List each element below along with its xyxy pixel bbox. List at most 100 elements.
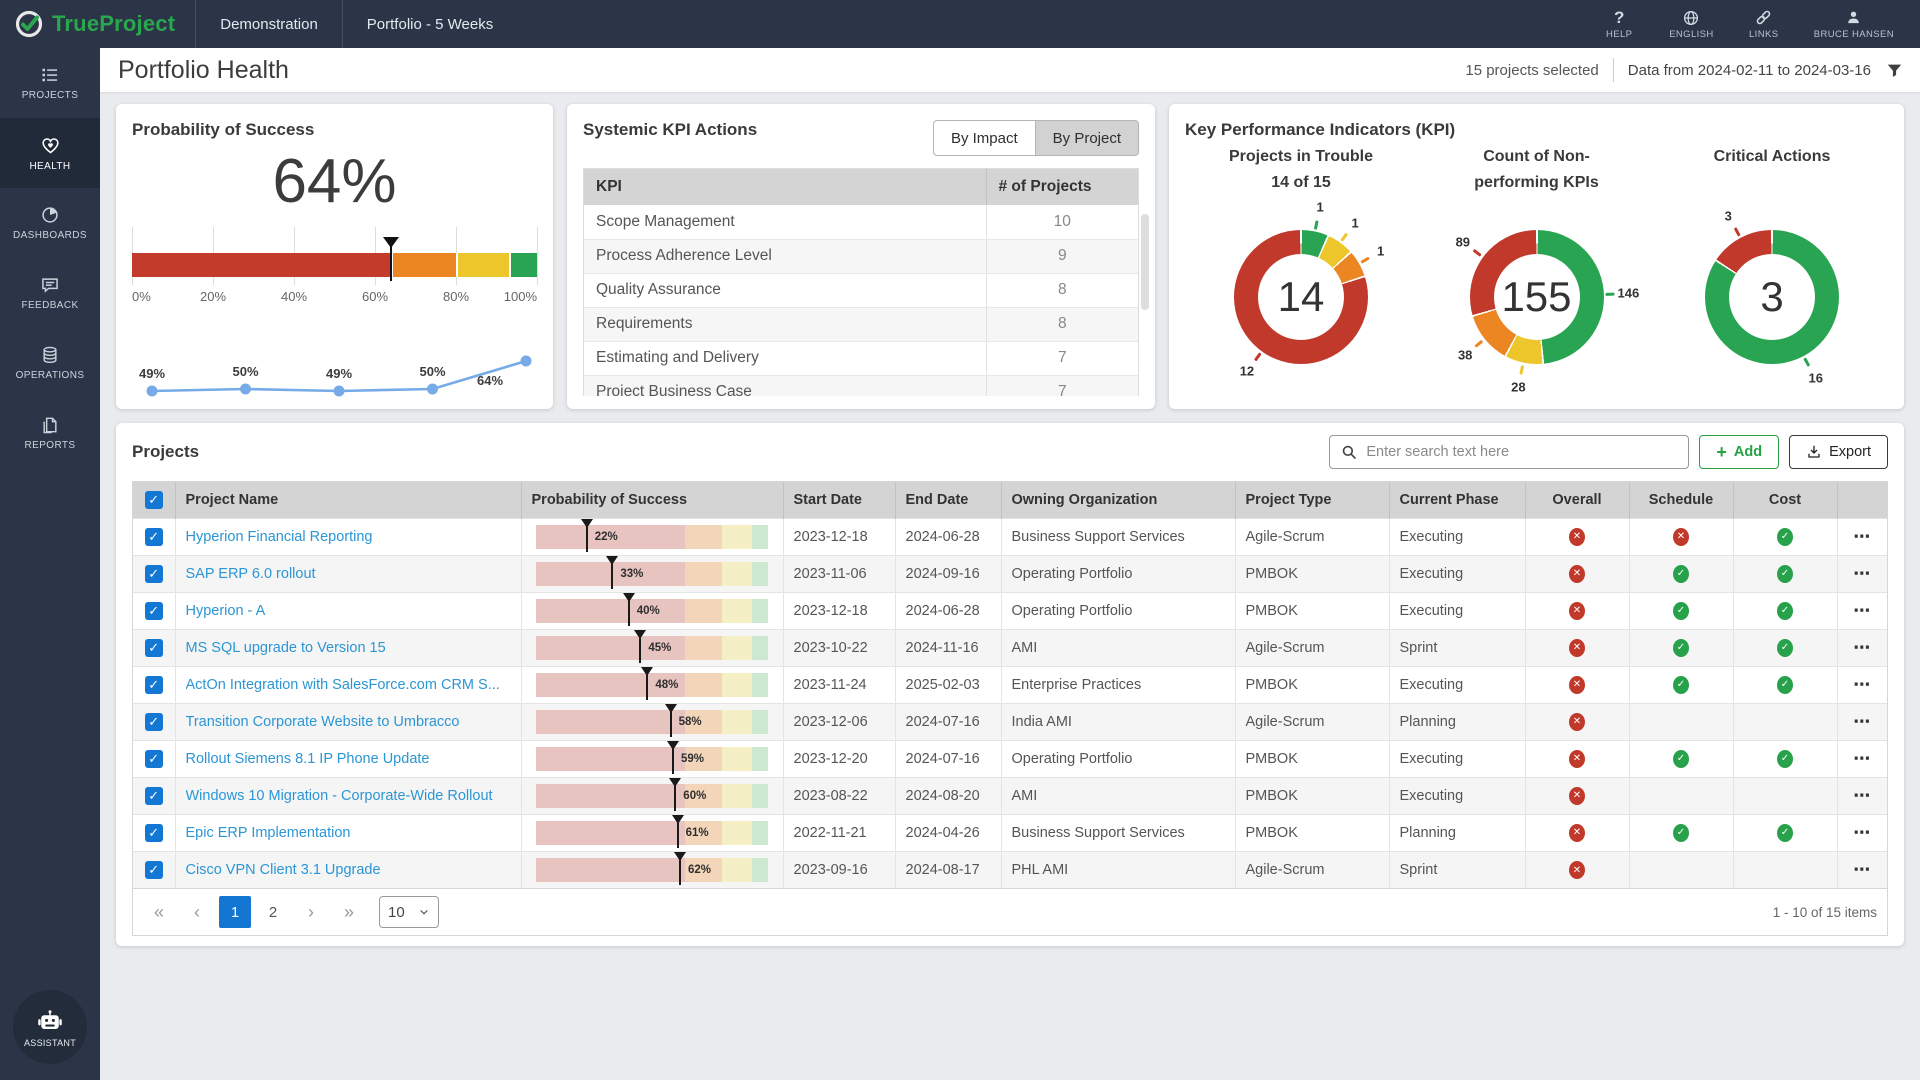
sidebar-item-reports[interactable]: REPORTS xyxy=(0,398,100,468)
probability-value-label: 45% xyxy=(648,636,671,660)
project-row[interactable]: ✓Hyperion Financial Reporting22%2023-12-… xyxy=(133,518,1887,555)
help-button[interactable]: ? HELP xyxy=(1599,9,1639,40)
next-page-button[interactable]: › xyxy=(295,896,327,928)
project-row[interactable]: ✓Hyperion - A40%2023-12-182024-06-28Oper… xyxy=(133,592,1887,629)
column-header-overall[interactable]: Overall xyxy=(1525,482,1629,518)
nav-item-portfolio[interactable]: Portfolio - 5 Weeks xyxy=(343,0,517,48)
project-name-link[interactable]: Rollout Siemens 8.1 IP Phone Update xyxy=(186,751,511,767)
page-2-button[interactable]: 2 xyxy=(257,896,289,928)
project-row[interactable]: ✓MS SQL upgrade to Version 1545%2023-10-… xyxy=(133,629,1887,666)
page-size-select[interactable]: 10 xyxy=(379,896,439,928)
kpi-row[interactable]: Project Business Case7 xyxy=(584,375,1138,396)
column-header-start-date[interactable]: Start Date xyxy=(783,482,895,518)
by-impact-toggle[interactable]: By Impact xyxy=(933,120,1035,156)
num-projects-column-header[interactable]: # of Projects xyxy=(986,169,1138,205)
row-checkbox[interactable]: ✓ xyxy=(145,565,163,583)
donut-segment-label: 89 xyxy=(1456,234,1470,249)
cost-status-cell xyxy=(1733,777,1837,814)
kpi-row[interactable]: Scope Management10 xyxy=(584,205,1138,239)
column-header-project-name[interactable]: Project Name xyxy=(175,482,521,518)
column-header-current-phase[interactable]: Current Phase xyxy=(1389,482,1525,518)
assistant-button[interactable]: ASSISTANT xyxy=(13,990,87,1064)
last-page-button[interactable]: » xyxy=(333,896,365,928)
language-button[interactable]: ENGLISH xyxy=(1669,9,1714,40)
select-all-checkbox[interactable]: ✓ xyxy=(145,491,163,509)
column-header-cost[interactable]: Cost xyxy=(1733,482,1837,518)
row-checkbox[interactable]: ✓ xyxy=(145,528,163,546)
by-project-toggle[interactable]: By Project xyxy=(1035,120,1139,156)
filter-icon[interactable] xyxy=(1885,61,1904,80)
row-menu-button[interactable]: ⋯ xyxy=(1853,564,1871,583)
sidebar-item-health[interactable]: HEALTH xyxy=(0,118,100,188)
project-name-link[interactable]: MS SQL upgrade to Version 15 xyxy=(186,640,511,656)
project-row[interactable]: ✓Cisco VPN Client 3.1 Upgrade62%2023-09-… xyxy=(133,851,1887,888)
sidebar-item-feedback[interactable]: FEEDBACK xyxy=(0,258,100,328)
row-menu-button[interactable]: ⋯ xyxy=(1853,527,1871,546)
links-button[interactable]: LINKS xyxy=(1744,9,1784,40)
project-name-link[interactable]: Epic ERP Implementation xyxy=(186,825,511,841)
sidebar-item-projects[interactable]: PROJECTS xyxy=(0,48,100,118)
cost-status-cell: ✓ xyxy=(1733,740,1837,777)
kpi-column-header[interactable]: KPI xyxy=(584,169,986,205)
trend-point[interactable] xyxy=(427,384,438,395)
schedule-status-cell: ✕ xyxy=(1629,518,1733,555)
project-name-link[interactable]: Hyperion - A xyxy=(186,603,511,619)
row-checkbox[interactable]: ✓ xyxy=(145,713,163,731)
page-1-button[interactable]: 1 xyxy=(219,896,251,928)
row-checkbox[interactable]: ✓ xyxy=(145,750,163,768)
project-row[interactable]: ✓Rollout Siemens 8.1 IP Phone Update59%2… xyxy=(133,740,1887,777)
trend-point[interactable] xyxy=(334,386,345,397)
sidebar-item-operations[interactable]: OPERATIONS xyxy=(0,328,100,398)
row-checkbox[interactable]: ✓ xyxy=(145,676,163,694)
project-row[interactable]: ✓SAP ERP 6.0 rollout33%2023-11-062024-09… xyxy=(133,555,1887,592)
schedule-status-good-icon: ✓ xyxy=(1673,824,1689,842)
project-row[interactable]: ✓Epic ERP Implementation61%2022-11-21202… xyxy=(133,814,1887,851)
project-name-link[interactable]: Hyperion Financial Reporting xyxy=(186,529,511,545)
kpi-row[interactable]: Process Adherence Level9 xyxy=(584,239,1138,273)
column-header-project-type[interactable]: Project Type xyxy=(1235,482,1389,518)
row-checkbox[interactable]: ✓ xyxy=(145,639,163,657)
search-input[interactable] xyxy=(1366,444,1678,460)
project-name-link[interactable]: Windows 10 Migration - Corporate-Wide Ro… xyxy=(186,788,511,804)
nav-item-demonstration[interactable]: Demonstration xyxy=(196,0,342,48)
brand-logo[interactable]: TrueProject xyxy=(0,9,195,39)
project-name-link[interactable]: SAP ERP 6.0 rollout xyxy=(186,566,511,582)
trend-point[interactable] xyxy=(521,356,532,367)
project-name-link[interactable]: Transition Corporate Website to Umbracco xyxy=(186,714,511,730)
row-menu-button[interactable]: ⋯ xyxy=(1853,712,1871,731)
scrollbar-thumb[interactable] xyxy=(1141,214,1149,310)
project-name-link[interactable]: Cisco VPN Client 3.1 Upgrade xyxy=(186,862,511,878)
column-header-probability[interactable]: Probability of Success xyxy=(521,482,783,518)
prev-page-button[interactable]: ‹ xyxy=(181,896,213,928)
trend-point[interactable] xyxy=(240,384,251,395)
row-menu-button[interactable]: ⋯ xyxy=(1853,823,1871,842)
kpi-row[interactable]: Quality Assurance8 xyxy=(584,273,1138,307)
user-menu-button[interactable]: BRUCE HANSEN xyxy=(1814,9,1894,40)
row-checkbox[interactable]: ✓ xyxy=(145,861,163,879)
first-page-button[interactable]: « xyxy=(143,896,175,928)
trend-point[interactable] xyxy=(147,386,158,397)
row-menu-button[interactable]: ⋯ xyxy=(1853,638,1871,657)
kpi-row[interactable]: Requirements8 xyxy=(584,307,1138,341)
row-checkbox[interactable]: ✓ xyxy=(145,787,163,805)
column-header-end-date[interactable]: End Date xyxy=(895,482,1001,518)
row-menu-button[interactable]: ⋯ xyxy=(1853,601,1871,620)
end-date-cell: 2024-04-26 xyxy=(895,814,1001,851)
row-menu-button[interactable]: ⋯ xyxy=(1853,860,1871,879)
navbar-actions: ? HELP ENGLISH LINKS BRUCE HANSEN xyxy=(1599,9,1920,40)
row-menu-button[interactable]: ⋯ xyxy=(1853,749,1871,768)
kpi-row[interactable]: Estimating and Delivery7 xyxy=(584,341,1138,375)
column-header-owning-org[interactable]: Owning Organization xyxy=(1001,482,1235,518)
project-row[interactable]: ✓ ActOn Integration with SalesForce.com C… xyxy=(133,666,1887,703)
row-checkbox[interactable]: ✓ xyxy=(145,824,163,842)
export-button[interactable]: Export xyxy=(1789,435,1888,469)
row-checkbox[interactable]: ✓ xyxy=(145,602,163,620)
column-header-schedule[interactable]: Schedule xyxy=(1629,482,1733,518)
add-button[interactable]: + Add xyxy=(1699,435,1779,469)
sidebar-item-dashboards[interactable]: DASHBOARDS xyxy=(0,188,100,258)
row-menu-button[interactable]: ⋯ xyxy=(1853,786,1871,805)
row-menu-button[interactable]: ⋯ xyxy=(1853,675,1871,694)
project-row[interactable]: ✓ Windows 10 Migration - Corporate-Wide R… xyxy=(133,777,1887,814)
project-name-link[interactable]: ActOn Integration with SalesForce.com CR… xyxy=(186,677,511,693)
project-row[interactable]: ✓ Transition Corporate Website to Umbracc… xyxy=(133,703,1887,740)
